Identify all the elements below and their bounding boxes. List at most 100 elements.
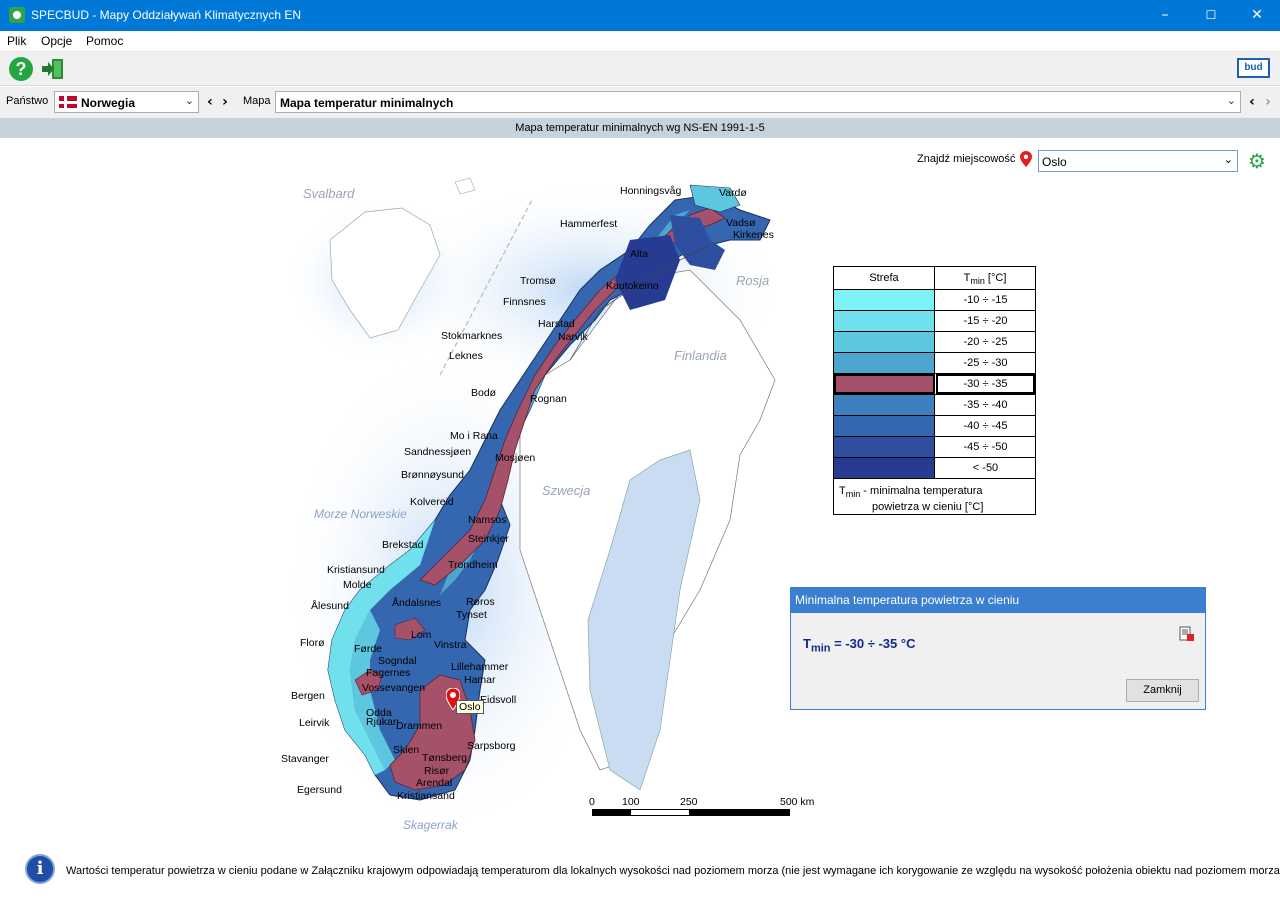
app-icon: [9, 7, 25, 23]
scale-label: 250: [680, 796, 698, 808]
norway-flag-icon: [59, 96, 77, 108]
city-label: Honningsvåg: [620, 185, 682, 197]
temperature-info-panel: Minimalna temperatura powietrza w cieniu…: [790, 587, 1206, 710]
help-icon[interactable]: ?: [9, 57, 33, 81]
legend-range: < -50: [972, 462, 999, 474]
city-label: Hamar: [464, 674, 496, 686]
city-label: Tromsø: [520, 275, 556, 287]
city-label: Kolvereid: [410, 496, 454, 508]
gear-icon[interactable]: ⚙: [1248, 151, 1268, 171]
maximize-button[interactable]: ☐: [1188, 0, 1234, 31]
city-label: Egersund: [297, 784, 342, 796]
exit-icon[interactable]: [41, 57, 65, 81]
find-location-select[interactable]: Oslo ⌄: [1038, 150, 1238, 172]
map-next-button[interactable]: ›: [1261, 93, 1275, 111]
legend-row: -10 ÷ -15: [834, 290, 1035, 311]
city-label: Vadsø: [726, 217, 756, 229]
legend-swatch: [834, 290, 935, 310]
city-label: Åndalsnes: [392, 597, 442, 609]
close-panel-button[interactable]: Zamknij: [1126, 679, 1199, 702]
city-label: Alta: [630, 248, 649, 260]
city-label: Røros: [466, 596, 495, 608]
legend-row: -45 ÷ -50: [834, 437, 1035, 458]
city-label: Rjukan: [366, 716, 399, 728]
legend-swatch: [834, 374, 935, 394]
region-rosja: Rosja: [736, 273, 770, 288]
country-label: Państwo: [6, 95, 49, 107]
scale-label: 100: [622, 796, 640, 808]
map-prev-button[interactable]: ‹: [1245, 93, 1259, 111]
city-label: Førde: [354, 643, 383, 655]
city-label: Eidsvoll: [480, 694, 517, 706]
legend-range: -15 ÷ -20: [963, 315, 1008, 327]
country-next-button[interactable]: ›: [218, 93, 232, 111]
city-label: Lillehammer: [451, 661, 509, 673]
map-pin-icon: [1020, 151, 1032, 167]
city-label: Tynset: [456, 609, 487, 621]
menu-plik[interactable]: Plik: [7, 34, 26, 48]
legend-swatch: [834, 437, 935, 457]
city-label: Hammerfest: [560, 218, 618, 230]
city-label: Bergen: [291, 690, 325, 702]
legend-row: < -50: [834, 458, 1035, 479]
info-icon: i: [25, 854, 55, 884]
map-caption: Mapa temperatur minimalnych wg NS-EN 199…: [0, 118, 1280, 138]
find-location-label: Znajdź miejscowość: [917, 153, 1016, 165]
legend-swatch: [834, 416, 935, 436]
map-label: Mapa: [243, 95, 271, 107]
footer-note: Wartości temperatur powietrza w cieniu p…: [66, 865, 1280, 877]
city-label: Vardø: [719, 187, 747, 199]
legend-table: Strefa Tmin [°C] -10 ÷ -15 -15 ÷ -20 -20 ÷…: [833, 266, 1036, 515]
city-label: Brekstad: [382, 539, 424, 551]
menu-pomoc[interactable]: Pomoc: [86, 34, 123, 48]
city-label: Mosjøen: [495, 452, 536, 464]
city-label: Stokmarknes: [441, 330, 503, 342]
city-label: Leknes: [449, 350, 483, 362]
window-title: SPECBUD - Mapy Oddziaływań Klimatycznych…: [31, 8, 302, 22]
city-label: Sogndal: [378, 655, 417, 667]
region-svalbard: Svalbard: [303, 186, 355, 201]
region-skagerrak: Skagerrak: [403, 818, 458, 832]
region-morze-norweskie: Morze Norweskie: [314, 507, 407, 521]
chevron-down-icon: ⌄: [1226, 94, 1236, 107]
norway-temperature-map[interactable]: [270, 170, 800, 830]
city-label: Tønsberg: [422, 752, 467, 764]
oslo-tooltip: Oslo: [456, 700, 484, 714]
city-label: Drammen: [396, 720, 443, 732]
export-pdf-icon[interactable]: [1179, 626, 1195, 642]
legend-range: -20 ÷ -25: [963, 336, 1008, 348]
city-label: Bodø: [471, 387, 497, 399]
city-label: Trondheim: [448, 559, 498, 571]
minimize-button[interactable]: –: [1142, 0, 1188, 31]
country-select[interactable]: Norwegia ⌄: [54, 91, 199, 113]
close-button[interactable]: ✕: [1234, 0, 1280, 31]
city-label: Sandnessjøen: [404, 446, 472, 458]
selection-row: Państwo Norwegia ⌄ ‹ › Mapa Mapa tempera…: [0, 87, 1280, 118]
city-label: Vinstra: [434, 639, 467, 651]
city-label: Namsos: [468, 514, 507, 526]
legend-swatch: [834, 311, 935, 331]
city-label: Kautokeino: [606, 280, 659, 292]
map-select[interactable]: Mapa temperatur minimalnych ⌄: [275, 91, 1241, 113]
city-label: Stavanger: [281, 753, 329, 765]
legend-row: -35 ÷ -40: [834, 395, 1035, 416]
legend-note: Tmin - minimalna temperatura powietrza w…: [839, 485, 984, 514]
scale-label: 0: [589, 796, 595, 808]
chevron-down-icon: ⌄: [184, 94, 194, 107]
map-value: Mapa temperatur minimalnych: [280, 96, 454, 110]
temperature-value: Tmin = -30 ÷ -35 °C: [803, 636, 916, 655]
country-prev-button[interactable]: ‹: [203, 93, 217, 111]
region-finlandia: Finlandia: [674, 348, 727, 363]
menu-opcje[interactable]: Opcje: [41, 34, 72, 48]
legend-swatch: [834, 353, 935, 373]
legend-row: -25 ÷ -30: [834, 353, 1035, 374]
city-label: Kirkenes: [733, 229, 774, 241]
region-szwecja: Szwecja: [542, 483, 591, 498]
scale-label: 500 km: [780, 796, 815, 808]
legend-row: -20 ÷ -25: [834, 332, 1035, 353]
city-label: Mo i Rana: [450, 430, 498, 442]
legend-swatch: [834, 458, 935, 478]
legend-range: -35 ÷ -40: [963, 399, 1008, 411]
legend-row: -30 ÷ -35: [834, 374, 1035, 395]
city-label: Fagernes: [366, 667, 411, 679]
